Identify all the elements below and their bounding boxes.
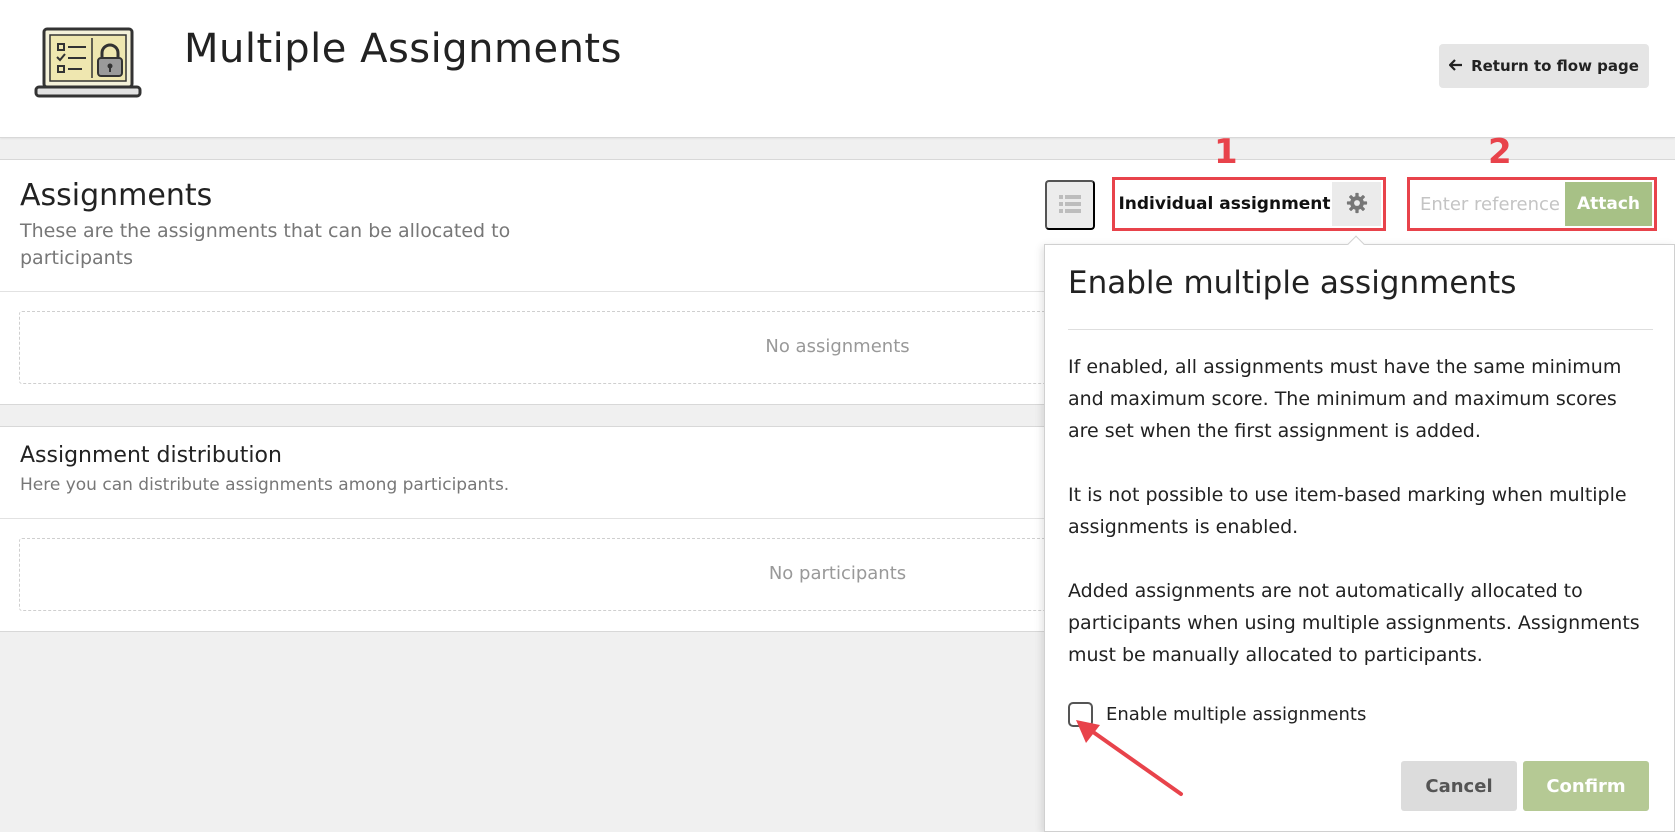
annotation-highlight-1 [1112,177,1386,231]
laptop-checklist-lock-icon [34,26,142,100]
annotation-highlight-2 [1407,177,1657,231]
return-to-flow-button[interactable]: Return to flow page [1439,44,1649,88]
distribution-subtitle: Here you can distribute assignments amon… [20,475,510,495]
popover-paragraph-1: If enabled, all assignments must have th… [1068,356,1622,442]
page-title: Multiple Assignments [184,26,622,72]
arrow-left-icon [1448,57,1463,75]
confirm-button[interactable]: Confirm [1523,761,1649,811]
annotation-marker-1: 1 [1214,132,1238,172]
popover-divider [1068,329,1653,330]
page-header: Multiple Assignments Return to flow page [0,0,1675,138]
assignments-title: Assignments [20,178,213,213]
list-icon [1059,194,1081,216]
cancel-button[interactable]: Cancel [1401,761,1517,811]
popover-paragraph-2: It is not possible to use item-based mar… [1068,484,1627,538]
annotation-marker-2: 2 [1488,132,1512,172]
popover-paragraph-3: Added assignments are not automatically … [1068,580,1640,666]
list-view-button[interactable] [1045,180,1095,230]
return-button-label: Return to flow page [1471,57,1639,75]
distribution-title: Assignment distribution [20,443,282,468]
assignments-subtitle: These are the assignments that can be al… [20,220,511,269]
annotation-arrow-icon [1076,720,1183,796]
popover-title: Enable multiple assignments [1068,265,1517,301]
